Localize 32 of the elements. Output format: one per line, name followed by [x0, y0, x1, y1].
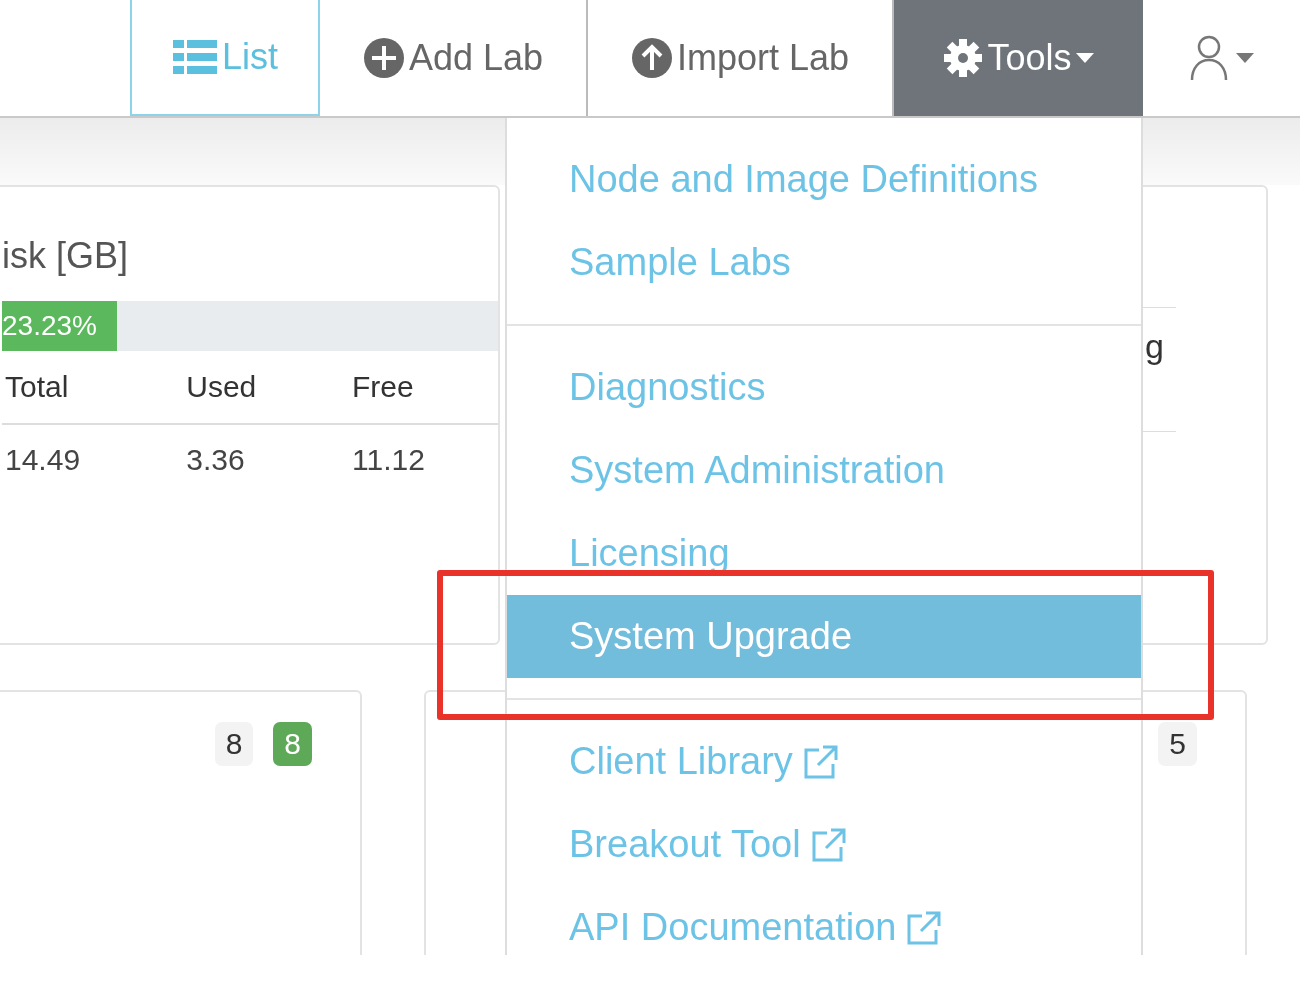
external-link-icon — [906, 909, 943, 946]
user-icon — [1189, 35, 1228, 81]
menu-item[interactable]: API Documentation — [507, 886, 1141, 955]
menu-item[interactable]: Diagnostics — [507, 346, 1141, 429]
count-badge: 8 — [214, 722, 254, 766]
caret-icon — [1075, 53, 1094, 63]
card-title: isk [GB] — [2, 235, 130, 277]
progress-fill: 23.23% — [2, 301, 118, 351]
column-header: Total — [2, 351, 184, 424]
menu-item[interactable]: Licensing — [507, 512, 1141, 595]
table-cell: 11.12 — [349, 424, 498, 495]
count-badge: 5 — [1158, 722, 1197, 766]
up-arrow-circle-icon — [630, 37, 673, 79]
external-link-icon — [810, 826, 847, 863]
table-cell: 3.36 — [183, 424, 350, 495]
count-badge: 8 — [273, 722, 312, 766]
menu-item[interactable]: System Upgrade — [507, 595, 1141, 678]
tools-menu-button[interactable]: Tools — [894, 0, 1143, 116]
menu-item[interactable]: Sample Labs — [507, 221, 1141, 304]
menu-item[interactable]: Breakout Tool — [507, 803, 1141, 886]
nav-tab[interactable]: List — [130, 0, 320, 116]
menu-item[interactable]: Client Library — [507, 720, 1141, 803]
card-text: g — [1145, 327, 1164, 366]
menu-item[interactable]: System Administration — [507, 429, 1141, 512]
caret-icon — [1235, 53, 1254, 63]
column-header: Used — [183, 351, 350, 424]
plus-circle-icon — [362, 37, 405, 79]
menu-item[interactable]: Node and Image Definitions — [507, 138, 1141, 221]
gear-icon — [943, 38, 984, 78]
external-link-icon — [802, 743, 839, 780]
table-cell: 14.49 — [2, 424, 184, 495]
column-header: Free — [349, 351, 498, 424]
